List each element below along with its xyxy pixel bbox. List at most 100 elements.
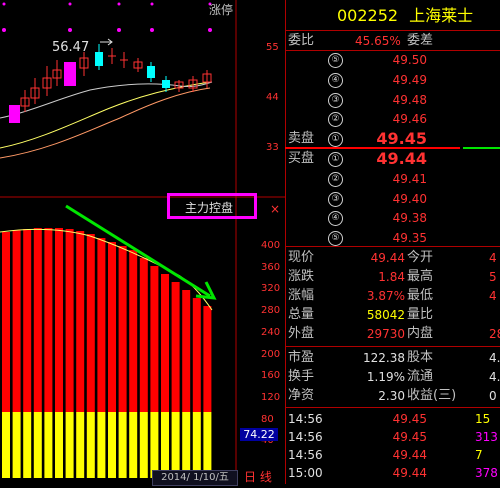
candles xyxy=(9,44,212,123)
sell-price: 49.48 xyxy=(392,92,427,107)
indicator-bar-yellow xyxy=(161,412,169,478)
stat-value-2: 4.9 xyxy=(489,351,500,365)
stat-label-2: 今开 xyxy=(407,250,434,265)
indicator-title: 主力控盘 xyxy=(185,201,234,215)
tab-daily[interactable]: 日 线 xyxy=(244,470,272,484)
stat-label: 涨幅 xyxy=(288,288,315,303)
candle xyxy=(95,52,103,66)
stat-label: 市盈 xyxy=(288,350,315,365)
indicator-bar-red xyxy=(44,228,53,412)
axis-label: 33 xyxy=(266,142,279,153)
sell-price: 49.45 xyxy=(376,129,427,149)
stat-label: 总量 xyxy=(288,307,315,322)
indicator-bar-yellow xyxy=(12,412,21,478)
sell-price: 49.46 xyxy=(392,112,427,127)
buy-label: 买盘 xyxy=(288,151,315,166)
stat-label-2: 收益(三) xyxy=(407,388,457,403)
stat-label: 净资 xyxy=(288,388,315,403)
indicator-bar-red xyxy=(129,250,138,412)
tick-price: 49.45 xyxy=(392,412,427,426)
tick-volume: 7 xyxy=(475,448,483,462)
tick-time: 14:56 xyxy=(288,430,323,444)
axis-label: 120 xyxy=(261,391,281,403)
buy-level-icon: ④ xyxy=(328,211,343,227)
buy-level-icon: ② xyxy=(328,171,343,187)
buy-price: 49.41 xyxy=(392,171,427,186)
indicator-bar-yellow xyxy=(118,412,127,478)
stat-label: 涨跌 xyxy=(288,269,315,284)
stat-label: 外盘 xyxy=(288,326,315,341)
stat-label-2: 最低 xyxy=(407,288,434,303)
stat-value: 1.84 xyxy=(378,270,405,284)
sell-price: 49.50 xyxy=(392,53,427,67)
indicator-bar-red xyxy=(182,290,191,412)
stat-value: 3.87% xyxy=(366,289,405,303)
price-chart[interactable]: 涨停 56.47 55 44 33 xyxy=(0,0,285,198)
stat-value-2: 5 xyxy=(489,270,497,284)
axis-label: 80 xyxy=(261,413,274,425)
stat-value: 29730 xyxy=(366,327,405,341)
buy-price: 49.40 xyxy=(392,191,427,206)
tick-price: 49.45 xyxy=(392,430,427,444)
sell-price: 49.49 xyxy=(392,72,427,87)
indicator-bars xyxy=(2,228,212,478)
indicator-bar-red xyxy=(97,238,106,412)
tick-volume: 15 xyxy=(475,412,491,426)
tick-volume: 378 xyxy=(475,466,498,480)
current-value-box: 74.22 xyxy=(240,428,278,441)
stat-value: 58042 xyxy=(366,308,405,322)
tick-price: 49.44 xyxy=(392,466,427,480)
indicator-bar-yellow xyxy=(65,412,74,478)
tick-time: 15:00 xyxy=(288,466,323,480)
stat-value: 2.30 xyxy=(378,389,405,403)
stock-name: 上海莱士 xyxy=(409,6,474,25)
stat-label: 现价 xyxy=(288,250,315,265)
arrow-icon xyxy=(100,38,113,46)
indicator-bar-yellow xyxy=(44,412,53,478)
buy-level-icon: ⑤ xyxy=(328,231,343,247)
sell-level-icon: ① xyxy=(328,132,343,148)
sell-label: 卖盘 xyxy=(288,131,315,146)
candle xyxy=(147,66,155,78)
limit-up-label: 涨停 xyxy=(209,3,234,17)
indicator-bar-red xyxy=(12,230,21,412)
tick-price: 49.44 xyxy=(392,448,427,462)
candlestick-chart xyxy=(0,0,285,198)
axis-label: 400 xyxy=(261,240,281,251)
indicator-bar-red xyxy=(192,298,201,412)
sell-level-icon: ④ xyxy=(328,72,343,88)
stat-value: 49.44 xyxy=(370,251,405,265)
close-icon[interactable]: × xyxy=(270,202,280,216)
quote-panel: 002252 上海莱士 委比 45.65% 委差 ⑤ 49.50 ④ 49.49 ③ 49… xyxy=(285,0,500,484)
indicator-bar-red xyxy=(118,246,127,412)
axis-label: 280 xyxy=(261,305,281,317)
indicator-bar-yellow xyxy=(2,412,10,478)
stat-label-2: 量比 xyxy=(407,307,434,322)
indicator-bar-yellow xyxy=(33,412,42,478)
indicator-bar-yellow xyxy=(192,412,201,478)
indicator-bar-red xyxy=(139,258,148,412)
axis-label: 240 xyxy=(261,326,281,338)
buy-price: 49.35 xyxy=(392,231,427,246)
stat-value-2: 4 xyxy=(489,251,497,265)
weibi-value: 45.65% xyxy=(355,34,401,48)
indicator-bar-yellow xyxy=(150,412,159,478)
stat-value-2: 0 xyxy=(489,389,497,403)
axis-label: 320 xyxy=(261,283,281,295)
stat-value: 1.19% xyxy=(366,370,405,384)
indicator-bar-red xyxy=(150,266,159,412)
indicator-bar-yellow xyxy=(23,412,32,478)
axis-label: 44 xyxy=(266,92,279,103)
tick-time: 14:56 xyxy=(288,412,323,426)
stat-label-2: 内盘 xyxy=(407,326,434,341)
stat-label-2: 最高 xyxy=(407,269,434,284)
stat-value-2: 28 xyxy=(489,327,500,341)
indicator-bar-red xyxy=(55,228,63,412)
stock-code: 002252 xyxy=(337,6,399,25)
indicator-bar-yellow xyxy=(182,412,191,478)
price-high-label: 56.47 xyxy=(52,40,90,55)
stat-label: 换手 xyxy=(288,369,315,384)
indicator-panel[interactable]: 主力控盘 × 4003603202802402001601208040 74.2… xyxy=(0,193,285,486)
buy-level-icon: ① xyxy=(328,152,343,167)
indicator-bar-yellow xyxy=(139,412,148,478)
